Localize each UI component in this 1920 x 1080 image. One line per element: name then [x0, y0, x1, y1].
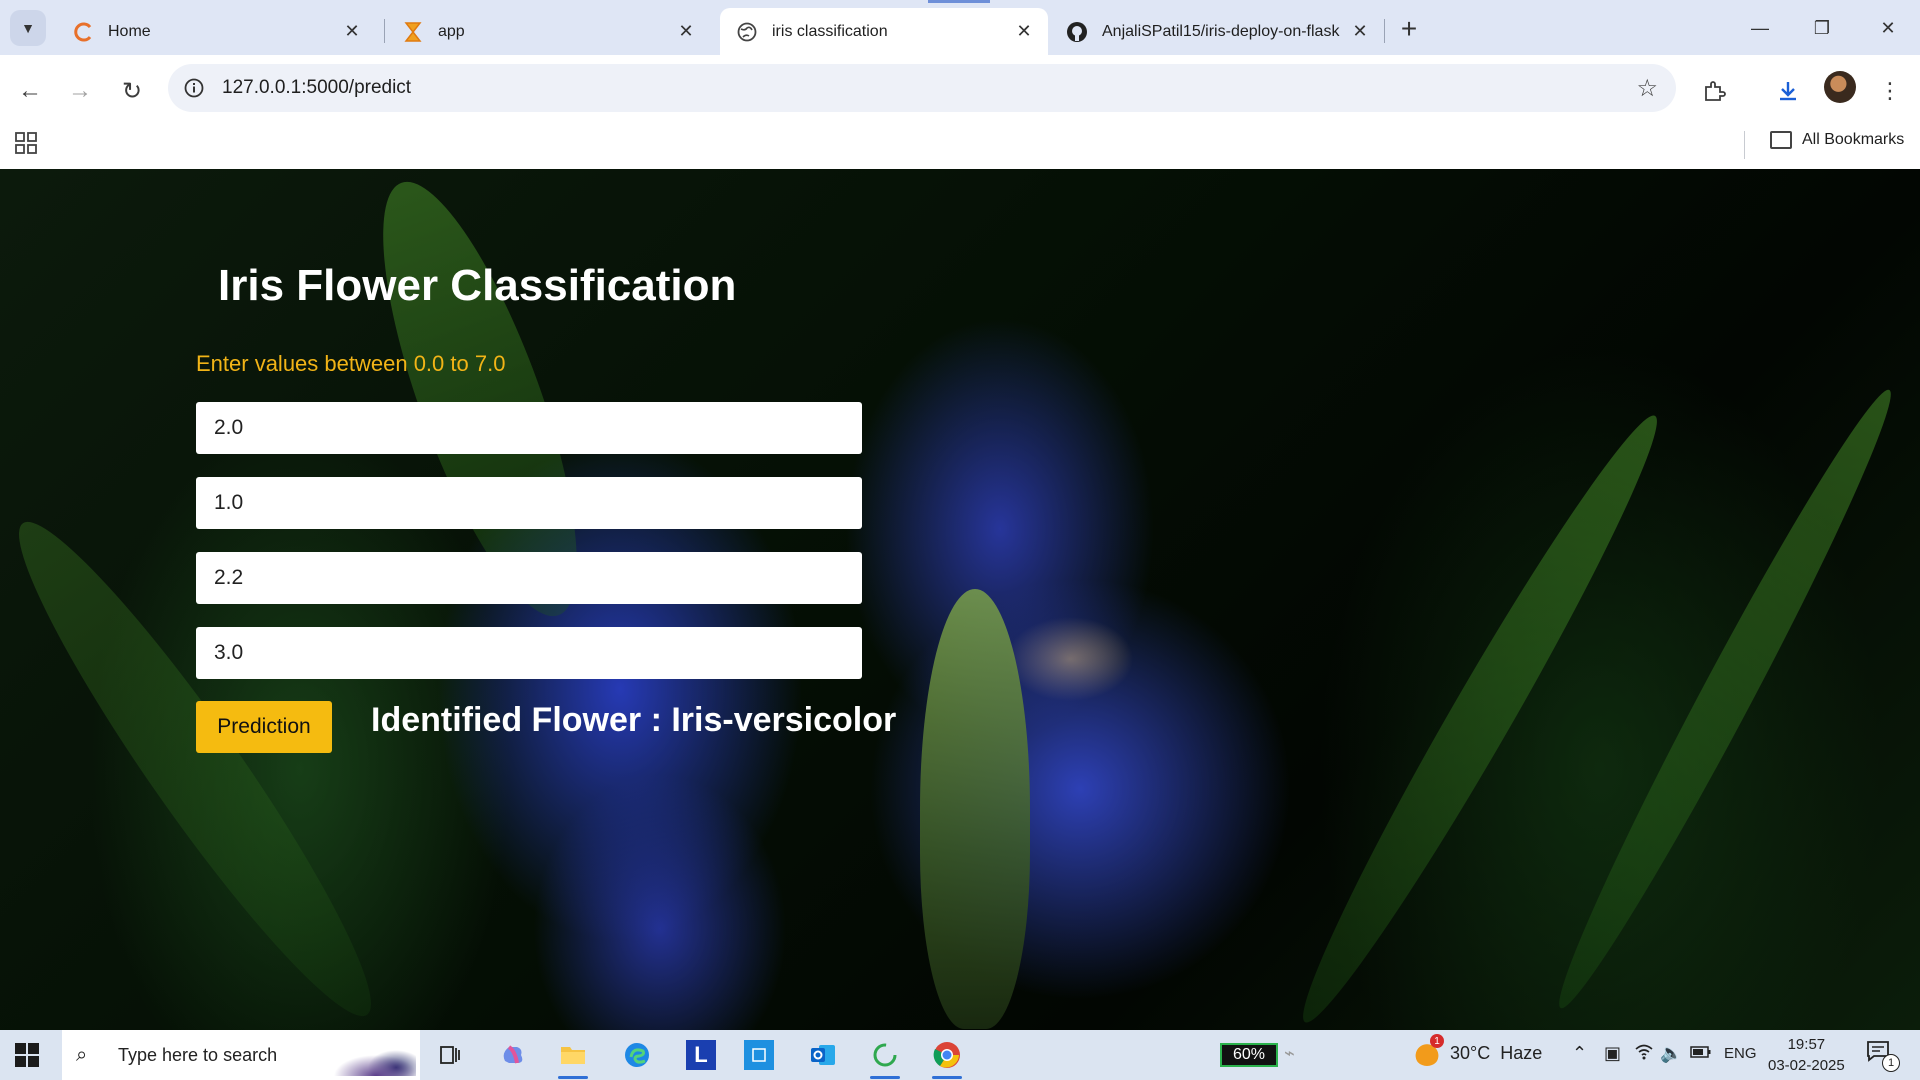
folder-icon: [1770, 131, 1792, 149]
address-bar[interactable]: 127.0.0.1:5000/predict ☆: [168, 64, 1676, 112]
l-app-icon[interactable]: L: [686, 1040, 716, 1070]
all-bookmarks-button[interactable]: All Bookmarks: [1770, 131, 1904, 149]
all-bookmarks-label: All Bookmarks: [1802, 131, 1905, 148]
prediction-button[interactable]: Prediction: [196, 701, 332, 753]
tab-strip: ▼ Home ✕ app ✕ iris classification ✕ Anj…: [0, 0, 1920, 55]
feature-input-1[interactable]: [196, 402, 862, 454]
restore-icon[interactable]: ❐: [1802, 8, 1842, 48]
weather-widget[interactable]: 1 30°C Haze: [1414, 1034, 1543, 1066]
page-viewport: Iris Flower Classification Enter values …: [0, 169, 1920, 1030]
close-icon[interactable]: ✕: [1348, 20, 1372, 44]
background-leaf: [1279, 400, 1681, 1030]
back-arrow-icon[interactable]: ←: [10, 71, 50, 111]
tab-iris-classification[interactable]: iris classification ✕: [720, 8, 1048, 55]
loading-icon: [72, 21, 94, 43]
taskbar-search-box[interactable]: ⌕ Type here to search: [62, 1030, 420, 1080]
weather-condition: Haze: [1500, 1042, 1543, 1063]
wifi-icon[interactable]: [1634, 1043, 1654, 1066]
background-leaf: [1538, 378, 1912, 1020]
chevron-down-icon: ▼: [21, 20, 35, 36]
close-icon[interactable]: ✕: [674, 20, 698, 44]
running-app-indicator: [932, 1076, 962, 1079]
minimize-icon[interactable]: —: [1740, 8, 1780, 48]
windows-taskbar: ⌕ Type here to search L 60% ⌁ 1 30°C Haz…: [0, 1030, 1920, 1080]
close-icon[interactable]: ✕: [340, 20, 364, 44]
battery-percentage[interactable]: 60%: [1220, 1043, 1278, 1067]
search-highlight-art: [316, 1034, 416, 1076]
charging-plug-icon: ⌁: [1284, 1043, 1295, 1063]
tab-title: Home: [108, 22, 151, 40]
temperature: 30°C: [1450, 1042, 1491, 1063]
running-app-indicator: [870, 1076, 900, 1079]
feature-input-4[interactable]: [196, 627, 862, 679]
tab-github[interactable]: AnjaliSPatil15/iris-deploy-on-flask ✕: [1050, 8, 1384, 55]
tab-title: AnjaliSPatil15/iris-deploy-on-flask: [1102, 22, 1340, 40]
edge-icon[interactable]: [618, 1036, 656, 1074]
tab-title: iris classification: [772, 22, 888, 40]
running-app-indicator: [558, 1076, 588, 1079]
tab-divider: [384, 19, 385, 43]
clock-date: 03-02-2025: [1768, 1057, 1845, 1074]
active-tab-indicator: [928, 0, 990, 3]
notification-center-icon[interactable]: 1: [1866, 1040, 1900, 1072]
tab-title: app: [438, 22, 465, 40]
feature-input-2[interactable]: [196, 477, 862, 529]
window-close-icon[interactable]: ✕: [1868, 8, 1908, 48]
copilot-icon[interactable]: [494, 1036, 532, 1074]
language-indicator[interactable]: ENG: [1724, 1045, 1757, 1062]
extensions-puzzle-icon[interactable]: [1694, 71, 1734, 111]
input-hint: Enter values between 0.0 to 7.0: [196, 351, 506, 376]
close-icon[interactable]: ✕: [1012, 20, 1036, 44]
prediction-result: Identified Flower : Iris-versicolor: [371, 701, 897, 739]
hourglass-icon: [402, 21, 424, 43]
file-explorer-icon[interactable]: [554, 1036, 592, 1074]
tab-divider: [1384, 19, 1385, 43]
browser-toolbar: ← → ↻ 127.0.0.1:5000/predict ☆ ⋮ All Boo…: [0, 55, 1920, 175]
profile-avatar[interactable]: [1824, 71, 1856, 103]
iris-bud-image: [920, 589, 1030, 1029]
page-title: Iris Flower Classification: [218, 261, 737, 310]
site-info-icon[interactable]: [182, 76, 206, 100]
new-tab-plus-icon[interactable]: +: [1392, 12, 1426, 46]
github-icon: [1066, 21, 1088, 43]
search-placeholder: Type here to search: [118, 1044, 278, 1065]
apps-grid-icon[interactable]: [14, 131, 40, 157]
outlook-icon[interactable]: [804, 1036, 842, 1074]
system-clock[interactable]: 19:57 03-02-2025: [1768, 1034, 1845, 1076]
reload-icon[interactable]: ↻: [112, 71, 152, 111]
bookmark-star-icon[interactable]: ☆: [1636, 74, 1658, 103]
url-text[interactable]: 127.0.0.1:5000/predict: [222, 77, 411, 99]
chrome-icon[interactable]: [928, 1036, 966, 1074]
more-menu-icon[interactable]: ⋮: [1870, 71, 1910, 111]
weather-alert-badge: 1: [1430, 1034, 1444, 1048]
globe-icon: [736, 21, 758, 43]
refresh-app-icon[interactable]: [866, 1036, 904, 1074]
store-app-icon[interactable]: [744, 1040, 774, 1070]
feature-input-3[interactable]: [196, 552, 862, 604]
bookmarks-bar: All Bookmarks: [0, 117, 1920, 173]
weather-sun-icon: 1: [1414, 1034, 1444, 1066]
notification-count: 1: [1882, 1054, 1900, 1072]
bookmarks-divider: [1744, 131, 1745, 159]
tab-home[interactable]: Home ✕: [56, 8, 376, 55]
task-view-icon[interactable]: [430, 1036, 468, 1074]
clock-time: 19:57: [1787, 1036, 1826, 1053]
tab-app[interactable]: app ✕: [386, 8, 710, 55]
download-icon[interactable]: [1768, 71, 1808, 111]
forward-arrow-icon[interactable]: →: [60, 71, 100, 111]
battery-icon[interactable]: [1690, 1043, 1712, 1064]
search-icon: ⌕: [76, 1043, 88, 1066]
windows-start-icon[interactable]: [14, 1042, 40, 1068]
volume-icon[interactable]: 🔈: [1660, 1043, 1682, 1064]
meet-now-icon[interactable]: ▣: [1604, 1043, 1621, 1064]
tab-search-button[interactable]: ▼: [10, 10, 46, 46]
tray-chevron-up-icon[interactable]: ⌃: [1572, 1043, 1587, 1064]
